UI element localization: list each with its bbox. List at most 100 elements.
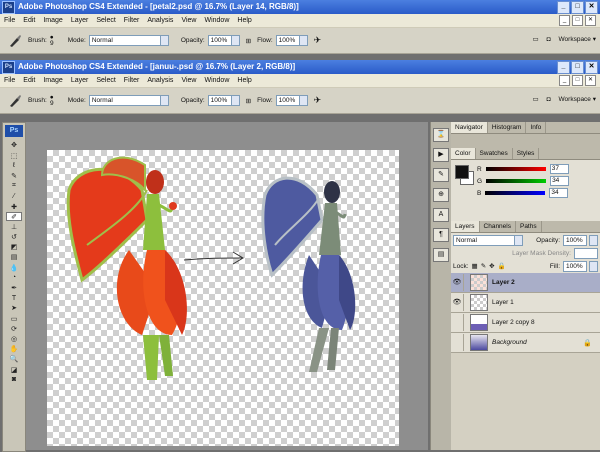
close-icon[interactable]: ✕ — [585, 0, 598, 14]
flow-field[interactable]: 100% — [275, 95, 300, 106]
doc-close-icon[interactable]: ✕ — [585, 75, 596, 86]
visibility-eye-empty-icon[interactable] — [451, 334, 464, 351]
layer-row-layer-2[interactable]: 👁 Layer 2 — [451, 273, 600, 293]
brush-preset-picker[interactable]: ● 9 — [50, 34, 54, 47]
eyedropper-tool-icon[interactable]: ⁄ — [6, 192, 22, 201]
eraser-tool-icon[interactable]: ◩ — [6, 243, 22, 252]
menu-analysis[interactable]: Analysis — [143, 77, 177, 84]
layer-opacity-slider-icon[interactable] — [589, 234, 598, 246]
opacity-field[interactable]: 100% — [207, 95, 232, 106]
history-brush-tool-icon[interactable]: ↺ — [6, 233, 22, 242]
foreground-color-swatch[interactable] — [455, 165, 469, 179]
blue-slider[interactable] — [485, 191, 546, 195]
shape-tool-icon[interactable]: ▭ — [6, 314, 22, 323]
actions-panel-icon[interactable]: ▶ — [433, 148, 449, 162]
tablet-pressure-icon[interactable]: ⊞ — [246, 37, 251, 45]
workspace-switcher[interactable]: Workspace ▾ — [559, 95, 596, 103]
pen-tool-icon[interactable]: ✒ — [6, 284, 22, 293]
visibility-eye-icon[interactable]: 👁 — [451, 294, 464, 311]
minimize-icon[interactable]: _ — [557, 60, 570, 74]
clone-source-panel-icon[interactable]: ⊕ — [433, 188, 449, 202]
title-bar[interactable]: Ps Adobe Photoshop CS4 Extended - [petal… — [0, 0, 600, 14]
path-selection-tool-icon[interactable]: ➤ — [6, 304, 22, 313]
workspace-switcher[interactable]: Workspace ▾ — [559, 35, 596, 43]
3d-rotate-tool-icon[interactable]: ⟳ — [6, 324, 22, 333]
menu-filter[interactable]: Filter — [120, 77, 144, 84]
character-panel-icon[interactable]: A — [433, 208, 449, 222]
quick-selection-tool-icon[interactable]: ✎ — [6, 172, 22, 181]
lock-position-icon[interactable]: ✥ — [489, 262, 494, 270]
hand-tool-icon[interactable]: ✋ — [6, 345, 22, 354]
tab-histogram[interactable]: Histogram — [488, 122, 527, 133]
doc-minimize-icon[interactable]: _ — [559, 15, 570, 26]
mode-select[interactable]: Normal — [88, 35, 169, 46]
tab-info[interactable]: Info — [526, 122, 547, 133]
menu-view[interactable]: View — [177, 77, 200, 84]
dodge-tool-icon[interactable]: ◔ — [6, 273, 22, 282]
menu-view[interactable]: View — [177, 17, 200, 24]
tablet-pressure-icon[interactable]: ⊞ — [246, 97, 251, 105]
camera-icon[interactable]: ◘ — [547, 96, 551, 103]
green-slider[interactable] — [486, 179, 547, 183]
close-icon[interactable]: ✕ — [585, 60, 598, 74]
tab-channels[interactable]: Channels — [480, 221, 516, 232]
layer-row-layer-1[interactable]: 👁 Layer 1 — [451, 293, 600, 313]
quick-mask-icon[interactable]: ◙ — [6, 375, 22, 384]
opacity-field[interactable]: 100% — [207, 35, 232, 46]
document-icon[interactable]: ▭ — [532, 95, 538, 103]
fill-slider-icon[interactable] — [589, 260, 598, 272]
tab-color[interactable]: Color — [451, 148, 476, 159]
visibility-eye-icon[interactable]: 👁 — [451, 274, 464, 291]
blue-value[interactable]: 34 — [549, 188, 569, 198]
lock-pixels-icon[interactable]: ✎ — [481, 262, 486, 270]
blur-tool-icon[interactable]: 💧 — [6, 263, 22, 272]
brush-tool-icon-selected[interactable]: ✐ — [6, 212, 22, 222]
tab-swatches[interactable]: Swatches — [476, 148, 513, 159]
paragraph-panel-icon[interactable]: ¶ — [433, 228, 449, 242]
red-slider[interactable] — [485, 167, 546, 171]
minimize-icon[interactable]: _ — [557, 0, 570, 14]
title-bar-front[interactable]: Ps Adobe Photoshop CS4 Extended - [januu… — [0, 60, 600, 74]
menu-analysis[interactable]: Analysis — [143, 17, 177, 24]
maximize-icon[interactable]: □ — [571, 0, 584, 14]
menu-help[interactable]: Help — [233, 17, 255, 24]
crop-tool-icon[interactable]: ⌗ — [6, 182, 22, 191]
mode-select[interactable]: Normal — [88, 95, 169, 106]
tab-layers[interactable]: Layers — [451, 221, 480, 232]
doc-minimize-icon[interactable]: _ — [559, 75, 570, 86]
zoom-tool-icon[interactable]: 🔍 — [6, 355, 22, 364]
lock-transparency-icon[interactable]: ▦ — [472, 262, 478, 270]
notes-panel-icon[interactable]: ▤ — [433, 248, 449, 262]
brush-tool-icon[interactable] — [8, 34, 22, 48]
doc-restore-icon[interactable]: □ — [572, 75, 583, 86]
red-value[interactable]: 37 — [549, 164, 569, 174]
visibility-eye-empty-icon[interactable] — [451, 314, 464, 331]
menu-layer[interactable]: Layer — [67, 77, 93, 84]
tab-paths[interactable]: Paths — [516, 221, 542, 232]
lasso-tool-icon[interactable]: ℓ — [6, 161, 22, 170]
menu-select[interactable]: Select — [92, 77, 119, 84]
menu-file[interactable]: File — [0, 17, 19, 24]
brush-tool-icon[interactable] — [8, 94, 22, 108]
marquee-tool-icon[interactable]: ⬚ — [6, 151, 22, 160]
history-panel-icon[interactable]: ⌛ — [433, 128, 449, 142]
camera-icon[interactable]: ◘ — [547, 36, 551, 43]
move-tool-icon[interactable]: ✥ — [6, 141, 22, 150]
gradient-tool-icon[interactable]: ▤ — [6, 253, 22, 262]
lock-all-icon[interactable]: 🔒 — [498, 262, 506, 270]
brush-preset-picker[interactable]: ● 9 — [50, 94, 54, 107]
layer-row-layer-2-copy-8[interactable]: Layer 2 copy 8 — [451, 313, 600, 333]
brushes-panel-icon[interactable]: ✎ — [433, 168, 449, 182]
menu-layer[interactable]: Layer — [67, 17, 93, 24]
layer-row-background[interactable]: Background 🔒 — [451, 333, 600, 353]
menu-select[interactable]: Select — [92, 17, 119, 24]
clone-stamp-tool-icon[interactable]: ⊥ — [6, 223, 22, 232]
3d-orbit-tool-icon[interactable]: ◎ — [6, 335, 22, 344]
menu-help[interactable]: Help — [233, 77, 255, 84]
menu-window[interactable]: Window — [200, 17, 233, 24]
menu-edit[interactable]: Edit — [19, 77, 39, 84]
menu-edit[interactable]: Edit — [19, 17, 39, 24]
tab-styles[interactable]: Styles — [513, 148, 540, 159]
doc-restore-icon[interactable]: □ — [572, 15, 583, 26]
doc-close-icon[interactable]: ✕ — [585, 15, 596, 26]
